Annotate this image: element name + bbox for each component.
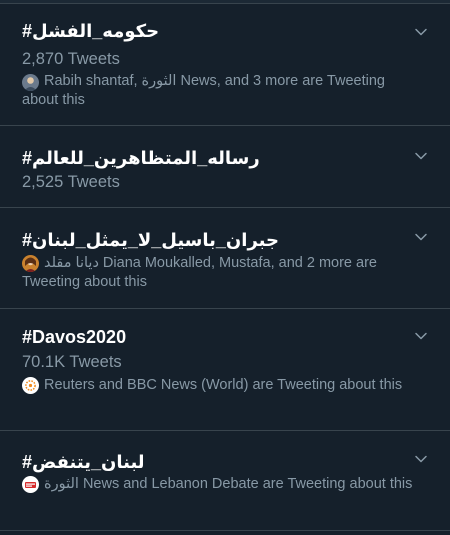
tweet-count: 2,870 Tweets	[22, 50, 120, 68]
trend-item[interactable]: #لبنان_يتنفض الثورة News and Lebanon Deb…	[0, 431, 450, 531]
trend-hashtag[interactable]: #جبران_باسيل_لا_يمثل_لبنان	[22, 229, 279, 251]
chevron-down-icon[interactable]	[413, 451, 429, 467]
trend-item[interactable]: #رساله_المتظاهرين_للعالم 2,525 Tweets	[0, 126, 450, 208]
chevron-down-icon[interactable]	[413, 328, 429, 344]
trend-context: ديانا مقلد Diana Moukalled, Mustafa, and…	[22, 255, 377, 290]
tweet-count: 70.1K Tweets	[22, 353, 122, 371]
trend-context: Reuters and BBC News (World) are Tweetin…	[44, 377, 403, 393]
chevron-down-icon[interactable]	[413, 229, 429, 245]
chevron-down-icon[interactable]	[413, 148, 429, 164]
trend-context: الثورة News and Lebanon Debate are Tweet…	[44, 476, 413, 492]
trend-item[interactable]: #Davos2020 70.1K Tweets Reuters and BBC …	[0, 309, 450, 431]
tweet-count: 2,525 Tweets	[22, 173, 120, 191]
trend-hashtag[interactable]: #رساله_المتظاهرين_للعالم	[22, 147, 260, 169]
trend-context: Rabih shantaf, الثورة News, and 3 more a…	[22, 73, 385, 108]
trend-item[interactable]: #جبران_باسيل_لا_يمثل_لبنان ديانا مقلد Di…	[0, 208, 450, 309]
chevron-down-icon[interactable]	[413, 24, 429, 40]
trend-item[interactable]: #حكومه_الفشل 2,870 Tweets Rabih shantaf,…	[0, 4, 450, 126]
trend-hashtag[interactable]: #Davos2020	[22, 326, 126, 348]
trend-hashtag[interactable]: #حكومه_الفشل	[22, 20, 159, 42]
trend-hashtag[interactable]: #لبنان_يتنفض	[22, 451, 145, 473]
